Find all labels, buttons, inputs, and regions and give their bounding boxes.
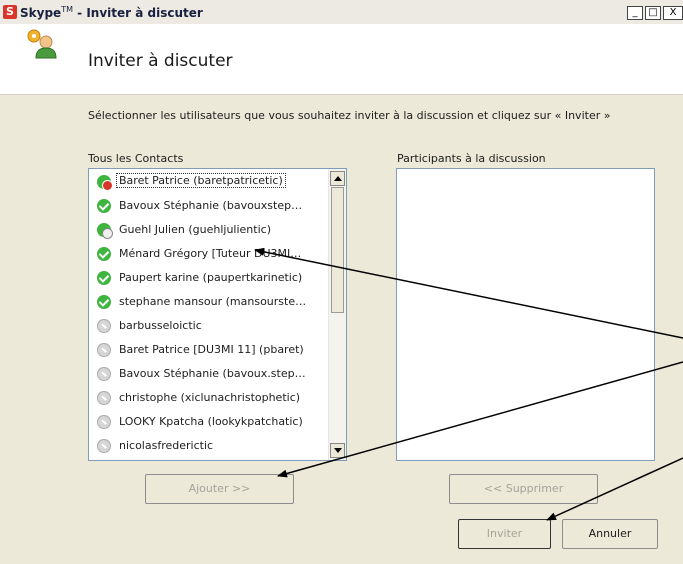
- close-button[interactable]: X: [663, 6, 683, 20]
- window-title: SkypeTM - Inviter à discuter: [20, 5, 203, 20]
- contact-list-item[interactable]: Baret Patrice [DU3MI 11] (pbaret): [91, 339, 331, 361]
- contact-list-item[interactable]: nicolasfrederictic: [91, 435, 331, 457]
- contact-name: Bavoux Stéphanie (bavouxstep…: [119, 199, 303, 212]
- add-contact-icon: [27, 29, 57, 59]
- scroll-thumb[interactable]: [331, 187, 344, 313]
- skype-app-icon: S: [3, 5, 17, 19]
- contact-name: Paupert karine (paupertkarinetic): [119, 271, 303, 284]
- contacts-list[interactable]: Baret Patrice (baretpatricetic) Bavoux St…: [88, 168, 347, 461]
- contact-list-item[interactable]: Guehl Julien (guehljulientic): [91, 219, 331, 241]
- status-online-icon: [97, 295, 111, 309]
- scroll-down-button[interactable]: [330, 443, 345, 458]
- status-online-icon: [97, 247, 111, 261]
- maximize-button[interactable]: □: [645, 6, 661, 20]
- contacts-label: Tous les Contacts: [88, 152, 184, 165]
- status-offline-icon: [97, 391, 111, 405]
- status-online-icon: [97, 199, 111, 213]
- status-online-icon: [97, 271, 111, 285]
- title-bar[interactable]: S SkypeTM - Inviter à discuter _ □ X: [0, 0, 683, 25]
- add-button[interactable]: Ajouter >>: [145, 474, 294, 504]
- contact-list-item[interactable]: barbusseloictic: [91, 315, 331, 337]
- contacts-scrollbar[interactable]: [328, 169, 346, 460]
- contact-list-item[interactable]: LOOKY Kpatcha (lookykpatchatic): [91, 411, 331, 433]
- contact-list-item[interactable]: Bavoux Stéphanie (bavouxstep…: [91, 195, 331, 217]
- instructions-text: Sélectionner les utilisateurs que vous s…: [88, 109, 611, 122]
- status-offline-icon: [97, 439, 111, 453]
- contact-name: Bavoux Stéphanie (bavoux.step…: [119, 367, 306, 380]
- status-offline-icon: [97, 367, 111, 381]
- contact-list-item[interactable]: Ménard Grégory [Tuteur DU3MI…: [91, 243, 331, 265]
- status-offline-icon: [97, 343, 111, 357]
- contact-name: LOOKY Kpatcha (lookykpatchatic): [119, 415, 303, 428]
- contact-name: nicolasfrederictic: [119, 439, 214, 452]
- contact-list-item[interactable]: Paupert karine (paupertkarinetic): [91, 267, 331, 289]
- scroll-up-button[interactable]: [330, 171, 345, 186]
- remove-button[interactable]: << Supprimer: [449, 474, 598, 504]
- contact-list-item[interactable]: Baret Patrice (baretpatricetic): [91, 171, 331, 193]
- contact-name: christophe (xiclunachristophetic): [119, 391, 301, 404]
- contact-name: Ménard Grégory [Tuteur DU3MI…: [119, 247, 302, 260]
- page-title: Inviter à discuter: [88, 51, 233, 71]
- status-away-icon: [97, 223, 113, 239]
- contact-name: stephane mansour (mansourste…: [119, 295, 307, 308]
- dialog-header: Inviter à discuter: [0, 24, 683, 95]
- invite-dialog: S SkypeTM - Inviter à discuter _ □ X Inv…: [0, 0, 683, 564]
- contact-list-item[interactable]: christophe (xiclunachristophetic): [91, 387, 331, 409]
- contact-name: barbusseloictic: [119, 319, 202, 332]
- minimize-button[interactable]: _: [627, 6, 643, 20]
- invite-button[interactable]: Inviter: [458, 519, 551, 549]
- contact-name: Guehl Julien (guehljulientic): [119, 223, 271, 236]
- status-offline-icon: [97, 415, 111, 429]
- status-dnd-icon: [97, 175, 113, 191]
- contact-name: Baret Patrice (baretpatricetic): [116, 173, 286, 188]
- cancel-button[interactable]: Annuler: [562, 519, 658, 549]
- contact-list-item[interactable]: stephane mansour (mansourste…: [91, 291, 331, 313]
- contact-list-item[interactable]: Bavoux Stéphanie (bavoux.step…: [91, 363, 331, 385]
- contact-name: Baret Patrice [DU3MI 11] (pbaret): [119, 343, 304, 356]
- participants-label: Participants à la discussion: [397, 152, 546, 165]
- status-offline-icon: [97, 319, 111, 333]
- participants-list[interactable]: [396, 168, 655, 461]
